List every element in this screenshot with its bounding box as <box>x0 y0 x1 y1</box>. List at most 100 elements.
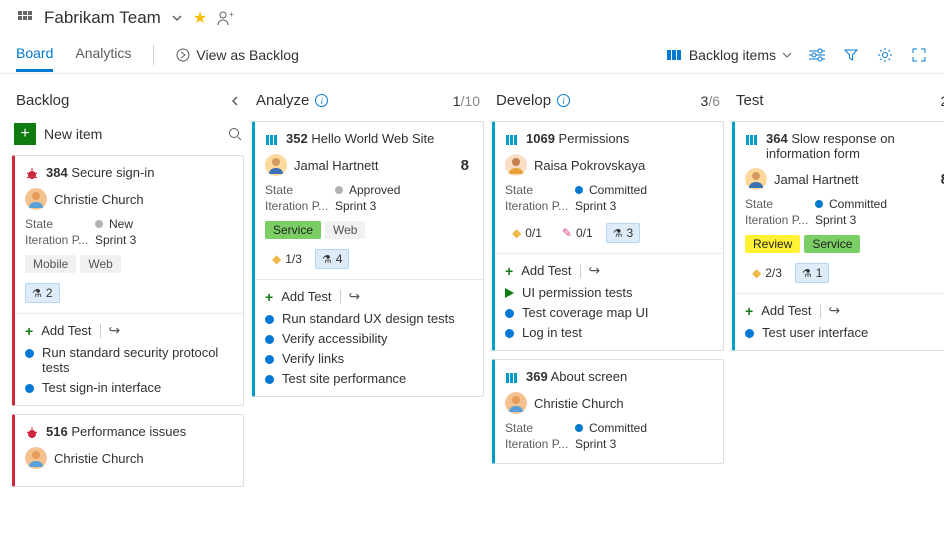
test-item[interactable]: Log in test <box>505 325 713 340</box>
team-name[interactable]: Fabrikam Team <box>44 8 161 28</box>
people-icon[interactable]: + <box>217 10 235 26</box>
card-384[interactable]: 384 Secure sign-in Christie Church State… <box>12 155 244 406</box>
column-title: Test <box>736 92 764 109</box>
test-count-badge[interactable]: ⚗1 <box>795 263 830 283</box>
column-title: Backlog <box>16 92 69 109</box>
state-dot-icon <box>575 186 583 194</box>
avatar <box>745 168 767 190</box>
assignee-name: Christie Church <box>534 396 624 411</box>
info-icon[interactable]: i <box>315 94 328 107</box>
backlog-items-dropdown[interactable]: Backlog items <box>667 47 792 63</box>
test-item[interactable]: UI permission tests <box>505 285 713 300</box>
bug-icon <box>25 426 39 440</box>
column-header-develop: Develop i 3/6 <box>492 86 724 121</box>
test-count-badge[interactable]: ⚗2 <box>25 283 60 303</box>
avatar <box>25 188 47 210</box>
test-item[interactable]: Verify accessibility <box>265 331 473 346</box>
assignee-name: Christie Church <box>54 451 144 466</box>
info-icon[interactable]: i <box>557 94 570 107</box>
open-link-icon[interactable]: ↪ <box>109 322 121 339</box>
search-icon[interactable] <box>228 127 242 141</box>
card-364[interactable]: 364 Slow response on information form Ja… <box>732 121 944 351</box>
column-backlog: Backlog + New item 384 Secure sign-in Ch… <box>12 86 244 495</box>
state-value: Committed <box>829 197 887 211</box>
test-item[interactable]: Test sign-in interface <box>25 380 233 395</box>
collapse-column-icon[interactable] <box>230 95 240 107</box>
work-item-title: About screen <box>551 369 628 384</box>
card-516[interactable]: 516 Performance issues Christie Church <box>12 414 244 487</box>
open-link-icon[interactable]: ↪ <box>589 262 601 279</box>
play-icon <box>505 288 514 298</box>
work-item-id: 516 <box>46 424 68 439</box>
field-state-label: State <box>265 183 335 197</box>
divider <box>15 313 243 314</box>
state-dot-icon <box>95 220 103 228</box>
open-link-icon[interactable]: ↪ <box>829 302 841 319</box>
field-state-label: State <box>745 197 815 211</box>
test-count-badge[interactable]: ⚗4 <box>315 249 350 269</box>
test-item[interactable]: Run standard security protocol tests <box>25 345 233 375</box>
new-item-label[interactable]: New item <box>44 126 102 142</box>
column-develop: Develop i 3/6 1069 Permissions Raisa Pok… <box>492 86 724 495</box>
tab-board[interactable]: Board <box>16 37 53 72</box>
divider <box>580 264 581 278</box>
card-369[interactable]: 369 About screen Christie Church StateCo… <box>492 359 724 464</box>
gear-icon[interactable] <box>876 46 894 64</box>
flask-icon: ⚗ <box>613 227 623 240</box>
card-1069[interactable]: 1069 Permissions Raisa Pokrovskaya State… <box>492 121 724 351</box>
column-test: Test 2/6 364 Slow response on informatio… <box>732 86 944 495</box>
new-item-button[interactable]: + <box>14 123 36 145</box>
open-link-icon[interactable]: ↪ <box>349 288 361 305</box>
card-352[interactable]: 352 Hello World Web Site Jamal Hartnett … <box>252 121 484 397</box>
bullet-icon <box>25 349 34 358</box>
tag[interactable]: Web <box>325 221 365 239</box>
avatar <box>505 154 527 176</box>
column-title: Develop <box>496 92 551 109</box>
board-app-icon <box>16 9 34 27</box>
test-item[interactable]: Run standard UX design tests <box>265 311 473 326</box>
add-test-button[interactable]: Add Test <box>521 263 571 278</box>
divider <box>735 293 944 294</box>
chevron-down-icon[interactable] <box>171 12 183 24</box>
fullscreen-icon[interactable] <box>910 46 928 64</box>
field-iteration-label: Iteration P... <box>25 233 95 247</box>
settings-sliders-icon[interactable] <box>808 46 826 64</box>
column-count: 3/6 <box>701 93 720 109</box>
tab-analytics[interactable]: Analytics <box>75 37 131 72</box>
column-header-backlog: Backlog <box>12 86 244 121</box>
pink-ratio-badge[interactable]: ✎0/1 <box>555 223 600 243</box>
star-icon[interactable]: ★ <box>193 8 207 28</box>
test-item[interactable]: Test user interface <box>745 325 944 340</box>
tag[interactable]: Web <box>80 255 120 273</box>
tag[interactable]: Review <box>745 235 800 253</box>
state-dot-icon <box>575 424 583 432</box>
field-iteration-label: Iteration P... <box>265 199 335 213</box>
bullet-icon <box>505 329 514 338</box>
backlog-items-label: Backlog items <box>689 47 776 63</box>
field-state-label: State <box>505 421 575 435</box>
work-item-id: 384 <box>46 165 68 180</box>
add-test-button[interactable]: Add Test <box>41 323 91 338</box>
tag[interactable]: Mobile <box>25 255 76 273</box>
filter-icon[interactable] <box>842 46 860 64</box>
divider <box>340 290 341 304</box>
iteration-value: Sprint 3 <box>335 199 376 213</box>
task-ratio-badge[interactable]: ◆1/3 <box>265 249 309 269</box>
tag[interactable]: Service <box>804 235 860 253</box>
task-ratio-badge[interactable]: ◆2/3 <box>745 263 789 283</box>
bug-icon <box>25 167 39 181</box>
task-icon: ◆ <box>752 266 761 280</box>
test-item[interactable]: Verify links <box>265 351 473 366</box>
test-count-badge[interactable]: ⚗3 <box>606 223 641 243</box>
tag[interactable]: Service <box>265 221 321 239</box>
add-test-button[interactable]: Add Test <box>281 289 331 304</box>
state-value: Approved <box>349 183 400 197</box>
test-item[interactable]: Test coverage map UI <box>505 305 713 320</box>
flask-icon: ⚗ <box>32 287 42 300</box>
view-as-backlog-link[interactable]: View as Backlog <box>176 47 298 63</box>
field-iteration-label: Iteration P... <box>745 213 815 227</box>
test-item[interactable]: Test site performance <box>265 371 473 386</box>
task-ratio-badge[interactable]: ◆0/1 <box>505 223 549 243</box>
add-test-button[interactable]: Add Test <box>761 303 811 318</box>
plus-icon: + <box>265 289 273 305</box>
